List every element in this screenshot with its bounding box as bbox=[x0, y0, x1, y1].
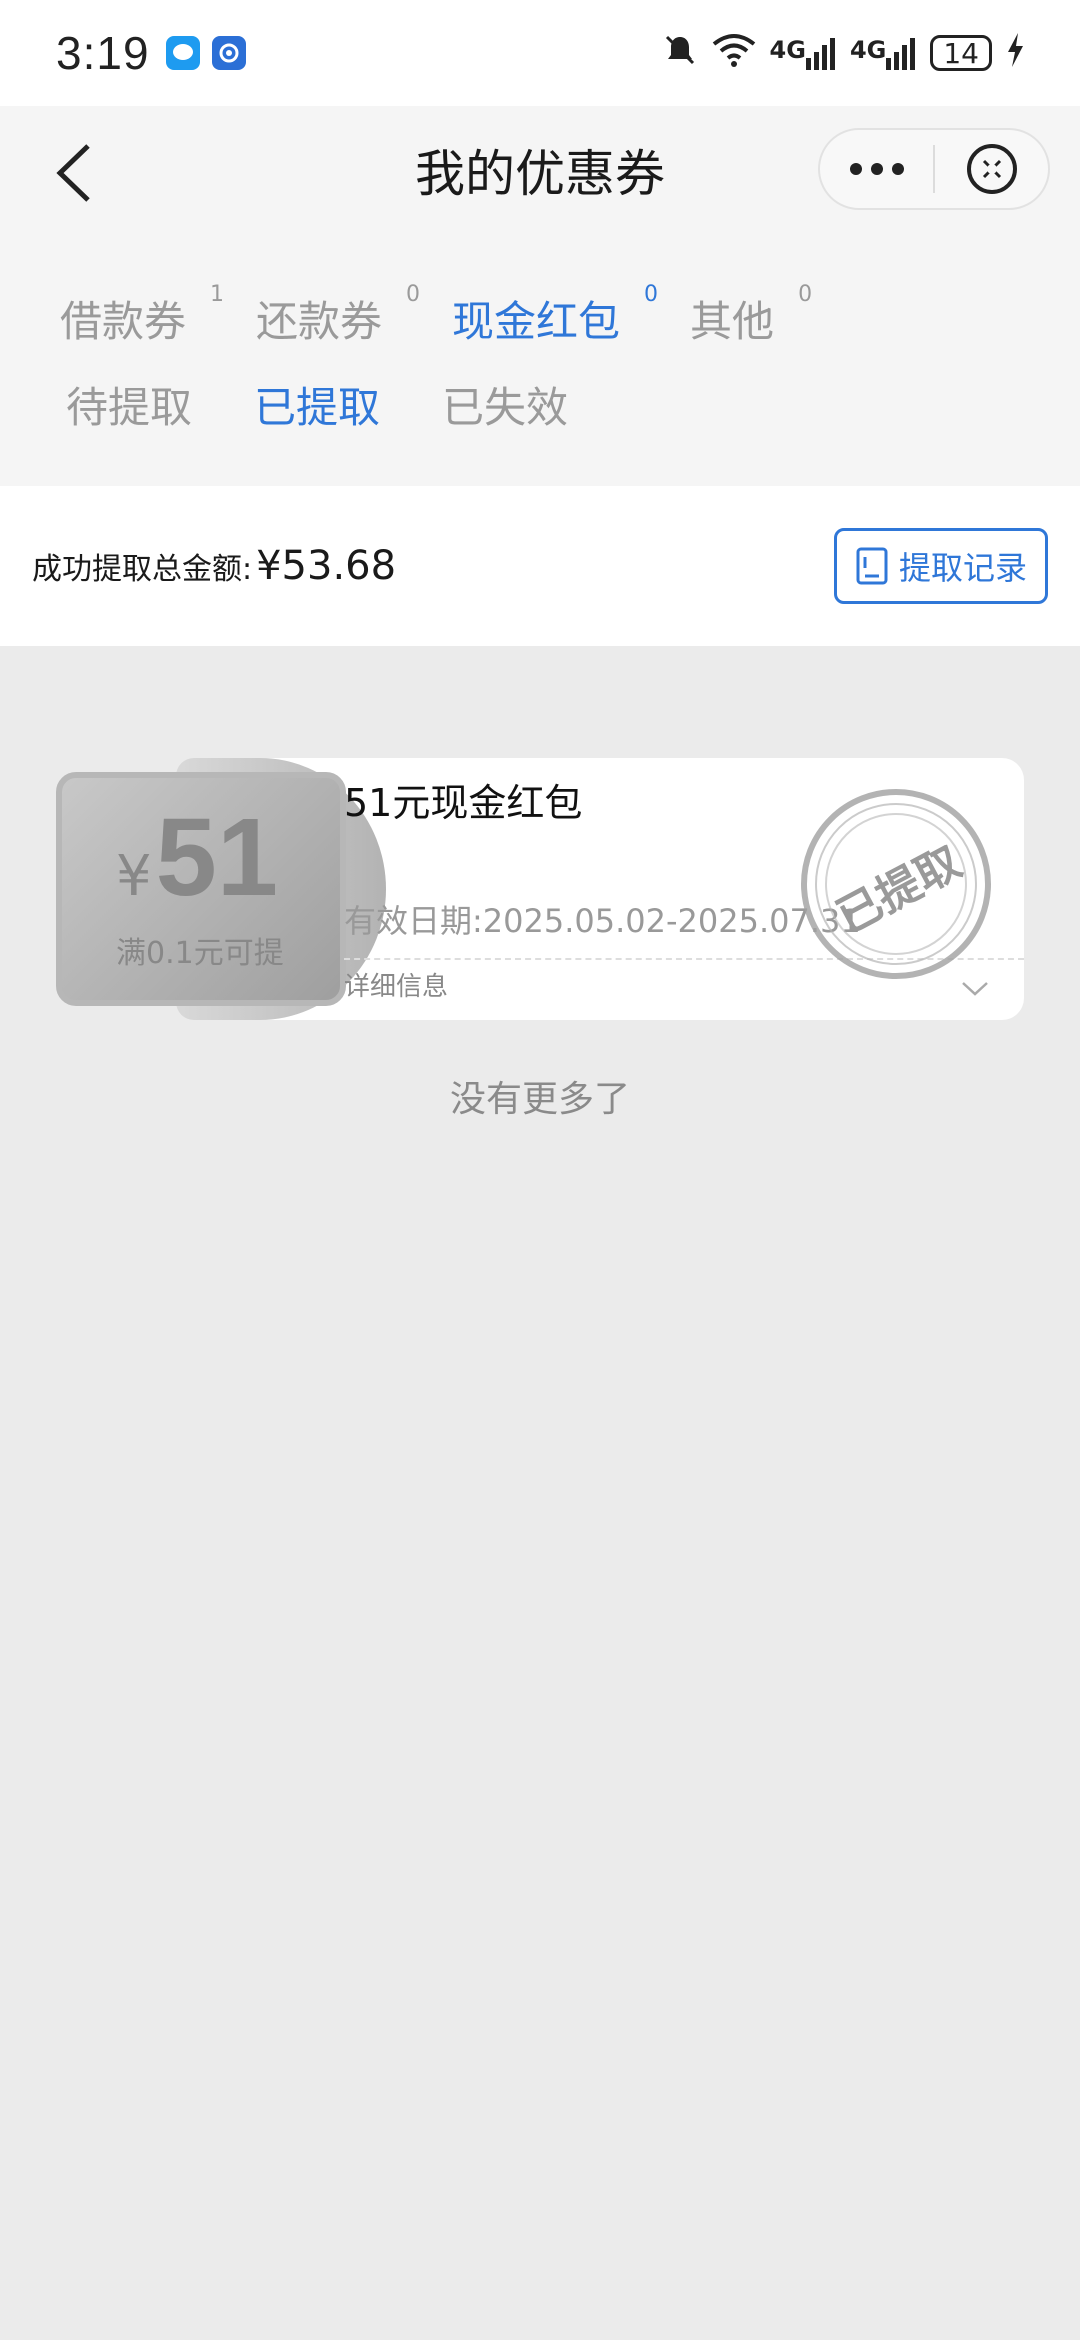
signal-label: 4G bbox=[769, 36, 806, 64]
coupon-type-tabs: 借款券 1 还款券 0 现金红包 0 其他 0 bbox=[60, 282, 844, 349]
more-button[interactable] bbox=[820, 130, 933, 208]
tab-label: 借款券 bbox=[60, 297, 187, 346]
coupon-value: 51 bbox=[155, 796, 278, 919]
summary-amount: ¥53.68 bbox=[256, 543, 397, 589]
tab-withdrawn[interactable]: 已提取 bbox=[254, 374, 380, 435]
battery-level: 14 bbox=[943, 36, 979, 70]
coupon-status-tabs: 待提取 已提取 已失效 bbox=[66, 374, 630, 435]
summary-bar: 成功提取总金额: ¥53.68 提取记录 bbox=[0, 486, 1080, 646]
tab-count: 0 bbox=[644, 282, 659, 307]
close-icon bbox=[966, 144, 1017, 194]
wifi-icon bbox=[712, 32, 756, 74]
tab-label: 现金红包 bbox=[452, 297, 621, 346]
mini-program-capsule bbox=[818, 128, 1050, 210]
coupon-valid-date: 有效日期:2025.05.02-2025.07.31 bbox=[344, 902, 861, 940]
tab-expired[interactable]: 已失效 bbox=[442, 374, 568, 435]
record-button-label: 提取记录 bbox=[898, 549, 1027, 587]
battery-indicator: 14 bbox=[930, 35, 992, 71]
coupon-condition: 满0.1元可提 bbox=[116, 936, 284, 971]
withdrawn-stamp: 已提取 bbox=[796, 784, 996, 984]
tab-count: 1 bbox=[210, 282, 225, 307]
coupon-yen: ¥ bbox=[116, 844, 152, 909]
tab-pending[interactable]: 待提取 bbox=[66, 374, 192, 435]
nav-area: 我的优惠券 借款券 1 还款券 0 现金红包 0 其他 0 待提取 已提取 已失效 bbox=[0, 106, 1080, 486]
message-app-icon bbox=[165, 36, 200, 70]
close-button[interactable] bbox=[935, 130, 1048, 208]
record-icon bbox=[856, 547, 888, 585]
status-time: 3:19 bbox=[56, 27, 150, 79]
tab-repay-coupon[interactable]: 还款券 0 bbox=[256, 282, 420, 349]
signal-icon: 4G bbox=[850, 36, 916, 70]
coupon-card[interactable]: ¥ 51 满0.1元可提 51元现金红包 有效日期:2025.05.02-202… bbox=[56, 758, 1024, 1020]
tab-other[interactable]: 其他 0 bbox=[690, 282, 812, 349]
charging-icon bbox=[1006, 33, 1024, 73]
status-bar: 3:19 4G 4G 14 bbox=[0, 0, 1080, 106]
withdraw-record-button[interactable]: 提取记录 bbox=[834, 528, 1048, 604]
tab-label: 其他 bbox=[690, 297, 775, 346]
tab-count: 0 bbox=[406, 282, 421, 307]
tab-cash-red-packet[interactable]: 现金红包 0 bbox=[452, 282, 658, 349]
coupon-amount: ¥ 51 bbox=[116, 794, 278, 921]
more-icon bbox=[849, 163, 904, 175]
tab-loan-coupon[interactable]: 借款券 1 bbox=[60, 282, 224, 349]
summary-label: 成功提取总金额: bbox=[32, 552, 253, 587]
no-more-text: 没有更多了 bbox=[449, 1079, 630, 1120]
tab-label: 还款券 bbox=[256, 297, 383, 346]
status-right: 4G 4G 14 bbox=[662, 32, 1024, 74]
browser-app-icon bbox=[211, 36, 246, 70]
tab-count: 0 bbox=[798, 282, 813, 307]
signal-label: 4G bbox=[849, 36, 887, 64]
coupon-title: 51元现金红包 bbox=[344, 781, 583, 825]
signal-icon: 4G bbox=[770, 36, 836, 70]
mute-icon bbox=[662, 32, 698, 74]
coupon-detail-toggle[interactable]: 详细信息 bbox=[344, 966, 448, 1003]
